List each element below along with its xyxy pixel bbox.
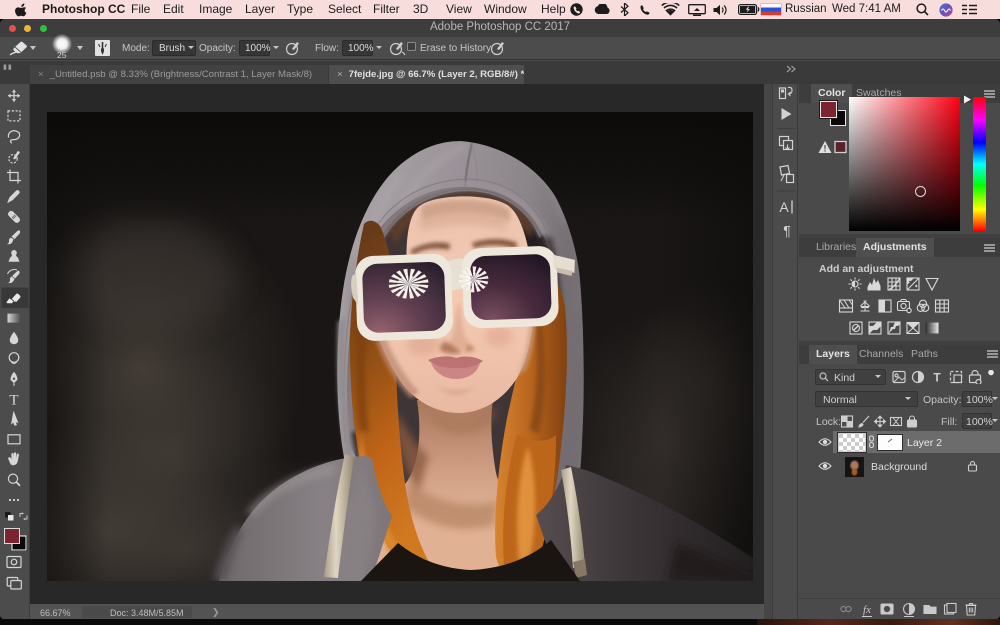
svg-text:T: T [933,371,941,385]
svg-text:T: T [9,392,18,408]
svg-text:¶: ¶ [783,223,791,239]
svg-text:!: ! [824,144,827,154]
svg-text:A: A [779,199,789,215]
svg-text:fx: fx [863,604,871,616]
